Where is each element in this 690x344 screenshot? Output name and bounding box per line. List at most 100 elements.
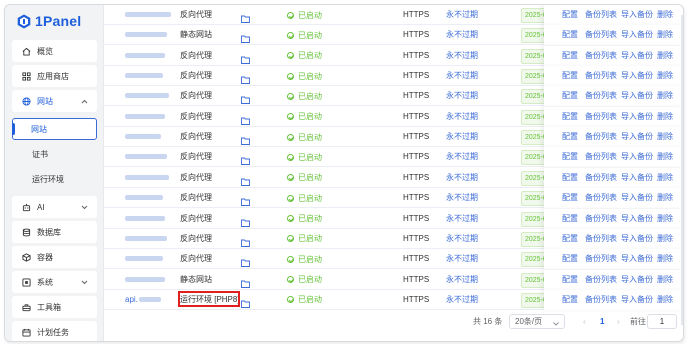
page-number-current[interactable]: 1	[600, 312, 604, 332]
folder-icon[interactable]	[241, 235, 250, 247]
config-button[interactable]: 配置	[562, 107, 578, 126]
backup-list-button[interactable]: 备份列表	[585, 66, 617, 85]
folder-icon[interactable]	[241, 215, 250, 227]
backup-list-button[interactable]: 备份列表	[585, 25, 617, 44]
folder-icon[interactable]	[241, 31, 250, 44]
config-button[interactable]: 配置	[562, 229, 578, 248]
status-badge[interactable]: 已启动	[287, 86, 322, 106]
next-page-button[interactable]: ›	[617, 312, 620, 332]
folder-icon[interactable]	[241, 113, 250, 125]
delete-button[interactable]: 删除	[657, 188, 673, 207]
delete-button[interactable]: 删除	[657, 127, 673, 146]
sidebar-item-app-store[interactable]: 应用商店	[12, 65, 97, 87]
expiry-link[interactable]: 永不过期	[446, 25, 478, 45]
import-backup-button[interactable]: 导入备份	[621, 168, 653, 187]
expiry-link[interactable]: 永不过期	[446, 290, 478, 310]
backup-list-button[interactable]: 备份列表	[585, 229, 617, 248]
backup-list-button[interactable]: 备份列表	[585, 147, 617, 166]
import-backup-button[interactable]: 导入备份	[621, 86, 653, 105]
backup-list-button[interactable]: 备份列表	[585, 270, 617, 289]
folder-icon[interactable]	[241, 153, 250, 166]
status-badge[interactable]: 已启动	[287, 270, 322, 290]
config-button[interactable]: 配置	[562, 25, 578, 44]
status-badge[interactable]: 已启动	[287, 107, 322, 127]
config-button[interactable]: 配置	[562, 147, 578, 166]
backup-list-button[interactable]: 备份列表	[585, 107, 617, 126]
config-button[interactable]: 配置	[562, 86, 578, 105]
sidebar-item-container[interactable]: 容器	[12, 246, 97, 268]
delete-button[interactable]: 删除	[657, 290, 673, 309]
config-button[interactable]: 配置	[562, 5, 578, 24]
sidebar-item-database[interactable]: 数据库	[12, 221, 97, 243]
status-badge[interactable]: 已启动	[287, 147, 322, 167]
folder-icon[interactable]	[241, 133, 250, 146]
config-button[interactable]: 配置	[562, 209, 578, 228]
backup-list-button[interactable]: 备份列表	[585, 86, 617, 105]
prev-page-button[interactable]: ‹	[583, 312, 586, 332]
delete-button[interactable]: 删除	[657, 66, 673, 85]
site-name-prefix[interactable]: api.	[125, 290, 138, 310]
status-badge[interactable]: 已启动	[287, 46, 322, 66]
sidebar-item-cron[interactable]: 计划任务	[12, 321, 97, 341]
delete-button[interactable]: 删除	[657, 147, 673, 166]
expiry-link[interactable]: 永不过期	[446, 229, 478, 249]
import-backup-button[interactable]: 导入备份	[621, 290, 653, 309]
import-backup-button[interactable]: 导入备份	[621, 209, 653, 228]
sidebar-item-runtime[interactable]: 运行环境	[32, 174, 64, 185]
import-backup-button[interactable]: 导入备份	[621, 229, 653, 248]
backup-list-button[interactable]: 备份列表	[585, 5, 617, 24]
delete-button[interactable]: 删除	[657, 86, 673, 105]
config-button[interactable]: 配置	[562, 168, 578, 187]
status-badge[interactable]: 已启动	[287, 5, 322, 25]
delete-button[interactable]: 删除	[657, 5, 673, 24]
folder-icon[interactable]	[241, 296, 250, 308]
status-badge[interactable]: 已启动	[287, 229, 322, 249]
page-size-select[interactable]: 20条/页	[509, 314, 565, 329]
folder-icon[interactable]	[241, 52, 250, 64]
expiry-link[interactable]: 永不过期	[446, 5, 478, 25]
config-button[interactable]: 配置	[562, 46, 578, 65]
import-backup-button[interactable]: 导入备份	[621, 249, 653, 268]
expiry-link[interactable]: 永不过期	[446, 86, 478, 106]
sidebar-item-toolbox[interactable]: 工具箱	[12, 296, 97, 318]
status-badge[interactable]: 已启动	[287, 66, 322, 86]
expiry-link[interactable]: 永不过期	[446, 249, 478, 269]
folder-icon[interactable]	[241, 11, 250, 23]
folder-icon[interactable]	[241, 276, 250, 288]
logo[interactable]: 1Panel	[17, 11, 81, 31]
delete-button[interactable]: 删除	[657, 229, 673, 248]
backup-list-button[interactable]: 备份列表	[585, 127, 617, 146]
sidebar-item-overview[interactable]: 概览	[12, 40, 97, 62]
sidebar-item-ai[interactable]: AI	[12, 196, 97, 218]
config-button[interactable]: 配置	[562, 270, 578, 289]
folder-icon[interactable]	[241, 92, 250, 105]
delete-button[interactable]: 删除	[657, 249, 673, 268]
folder-icon[interactable]	[241, 255, 250, 268]
folder-icon[interactable]	[241, 72, 250, 84]
expiry-link[interactable]: 永不过期	[446, 147, 478, 167]
delete-button[interactable]: 删除	[657, 168, 673, 187]
folder-icon[interactable]	[241, 194, 250, 207]
status-badge[interactable]: 已启动	[287, 168, 322, 188]
delete-button[interactable]: 删除	[657, 270, 673, 289]
status-badge[interactable]: 已启动	[287, 188, 322, 208]
import-backup-button[interactable]: 导入备份	[621, 270, 653, 289]
delete-button[interactable]: 删除	[657, 46, 673, 65]
sidebar-item-system[interactable]: 系统	[12, 271, 97, 293]
expiry-link[interactable]: 永不过期	[446, 127, 478, 147]
goto-page-input[interactable]: 1	[647, 314, 677, 329]
expiry-link[interactable]: 永不过期	[446, 270, 478, 290]
status-badge[interactable]: 已启动	[287, 249, 322, 269]
status-badge[interactable]: 已启动	[287, 127, 322, 147]
config-button[interactable]: 配置	[562, 66, 578, 85]
import-backup-button[interactable]: 导入备份	[621, 147, 653, 166]
import-backup-button[interactable]: 导入备份	[621, 107, 653, 126]
config-button[interactable]: 配置	[562, 249, 578, 268]
delete-button[interactable]: 删除	[657, 107, 673, 126]
backup-list-button[interactable]: 备份列表	[585, 290, 617, 309]
expiry-link[interactable]: 永不过期	[446, 188, 478, 208]
backup-list-button[interactable]: 备份列表	[585, 168, 617, 187]
expiry-link[interactable]: 永不过期	[446, 107, 478, 127]
import-backup-button[interactable]: 导入备份	[621, 188, 653, 207]
folder-icon[interactable]	[241, 174, 250, 186]
